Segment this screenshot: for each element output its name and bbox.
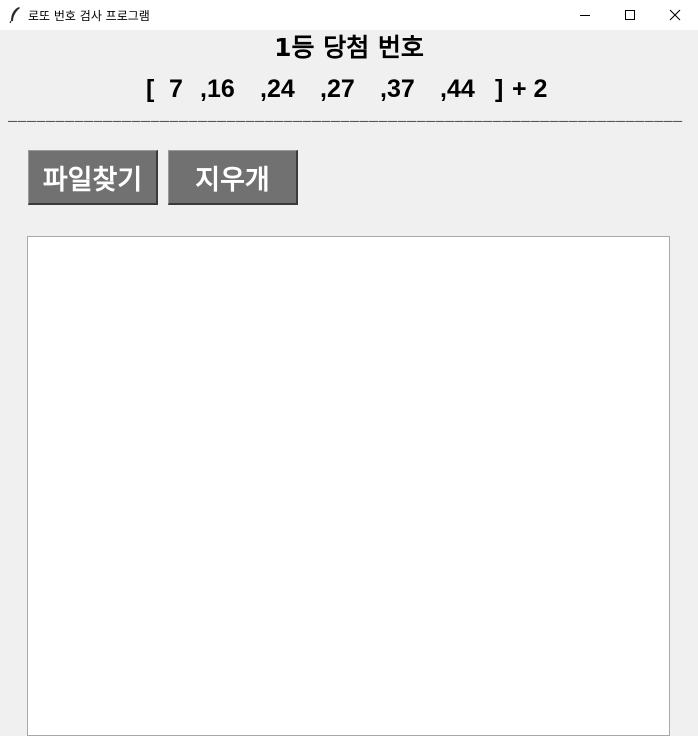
maximize-button[interactable] (607, 0, 653, 30)
window-right-margin (670, 236, 698, 731)
number-5: ,37 (380, 75, 415, 103)
number-4: ,27 (320, 75, 355, 103)
number-2: ,16 (200, 75, 235, 103)
close-icon (669, 9, 681, 21)
bonus-number: + 2 (512, 75, 548, 103)
result-text-area[interactable] (27, 236, 670, 736)
find-file-button[interactable]: 파일찾기 (28, 150, 158, 205)
close-bracket: ] (495, 75, 504, 103)
minimize-icon (580, 15, 590, 16)
number-3: ,24 (260, 75, 295, 103)
maximize-icon (625, 10, 635, 20)
number-6: ,44 (440, 75, 475, 103)
winning-numbers-row: [ 7 ,16 ,24 ,27 ,37 ,44 ] + 2 (0, 71, 698, 107)
number-1: 7 (169, 75, 183, 103)
winning-numbers-title: 1등 당첨 번호 (274, 33, 424, 62)
clear-button[interactable]: 지우개 (168, 150, 298, 205)
feather-icon (9, 7, 20, 24)
window-title: 로또 번호 검사 프로그램 (28, 9, 150, 23)
minimize-button[interactable] (562, 0, 608, 30)
divider-line: ________________________________________… (8, 108, 683, 125)
open-bracket: [ (146, 75, 155, 103)
close-button[interactable] (652, 0, 698, 30)
title-bar[interactable]: 로또 번호 검사 프로그램 (0, 0, 698, 30)
